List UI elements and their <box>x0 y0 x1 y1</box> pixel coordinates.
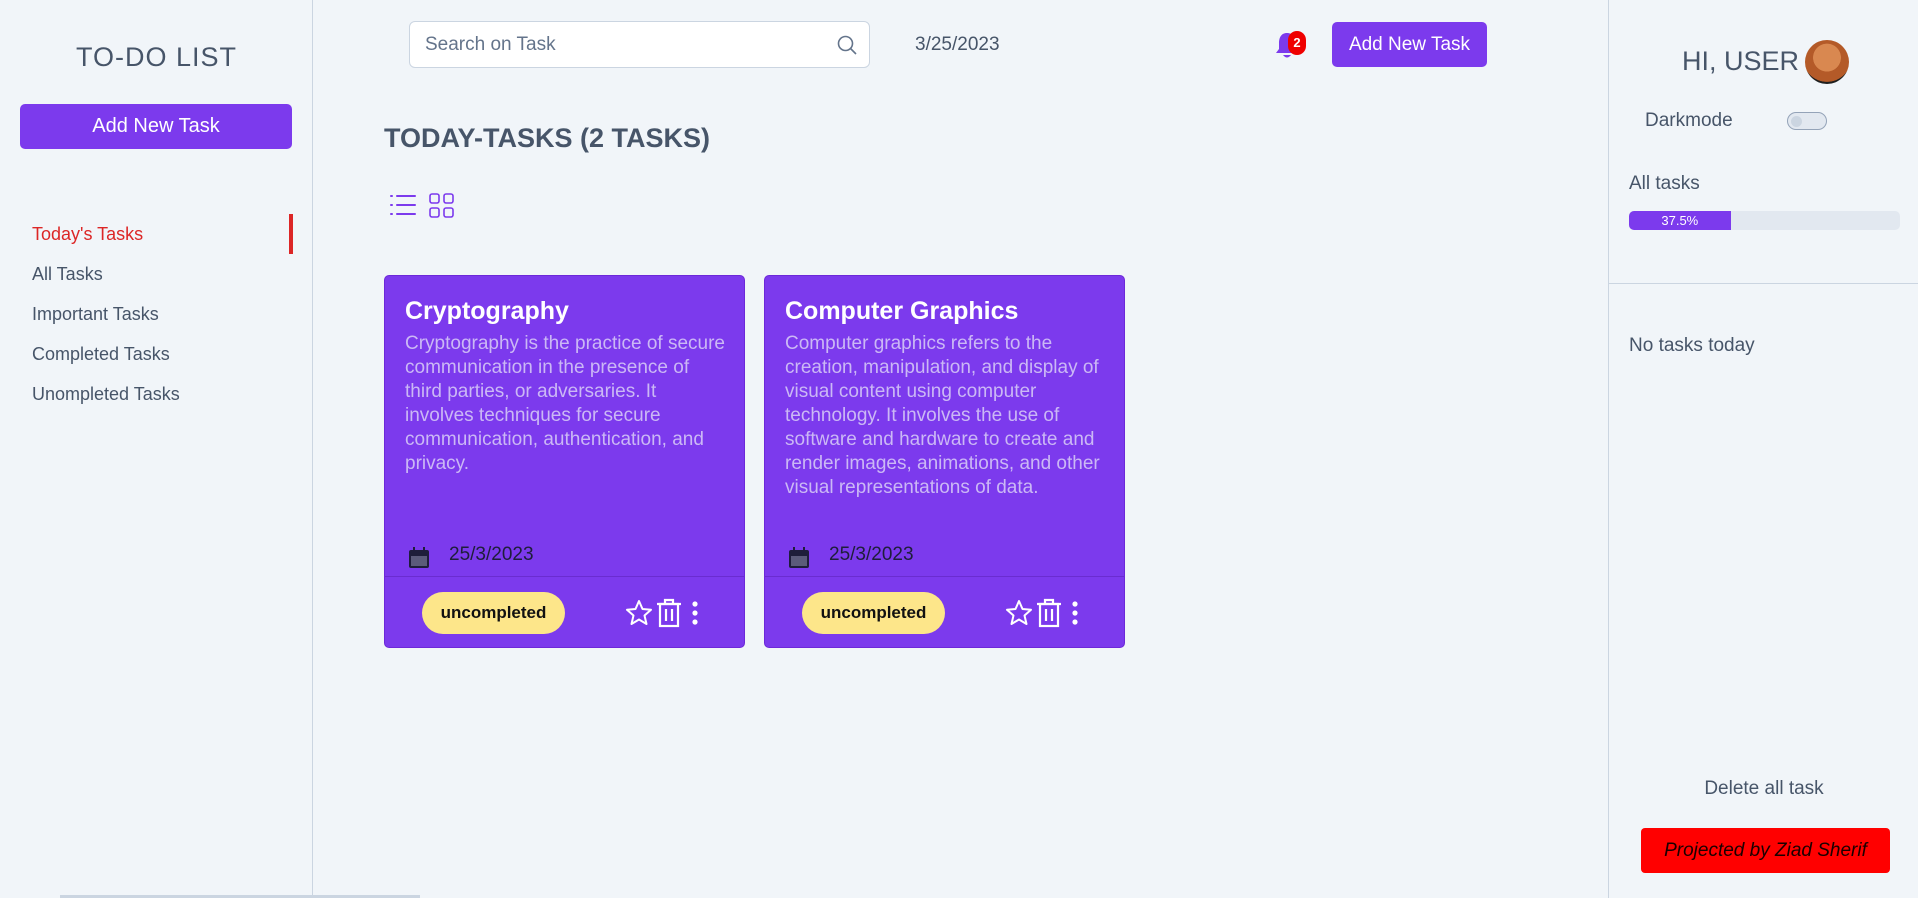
card-divider <box>385 576 744 577</box>
card-divider <box>765 576 1124 577</box>
sidebar-add-task-button[interactable]: Add New Task <box>20 104 292 149</box>
page-title: TODAY-TASKS (2 TASKS) <box>384 123 711 153</box>
calendar-icon <box>789 547 809 568</box>
darkmode-toggle[interactable] <box>1787 112 1827 130</box>
credit-button[interactable]: Projected by Ziad Sherif <box>1641 828 1890 873</box>
header-add-task-button[interactable]: Add New Task <box>1332 22 1487 67</box>
task-card: Computer Graphics Computer graphics refe… <box>764 275 1125 648</box>
task-title: Cryptography <box>405 297 569 325</box>
sidebar-item-todays-tasks[interactable]: Today's Tasks <box>0 214 313 254</box>
search-input[interactable] <box>410 22 810 67</box>
sidebar-item-uncompleted-tasks[interactable]: Unompleted Tasks <box>0 374 313 414</box>
calendar-icon <box>409 547 429 568</box>
search-icon[interactable] <box>835 33 859 57</box>
all-tasks-label: All tasks <box>1629 173 1700 194</box>
current-date: 3/25/2023 <box>915 34 1000 55</box>
delete-all-tasks-button[interactable]: Delete all task <box>1609 778 1918 800</box>
task-description: Computer graphics refers to the creation… <box>785 333 1100 498</box>
user-greeting: HI, USER <box>1682 46 1800 76</box>
list-view-icon[interactable] <box>388 190 418 220</box>
darkmode-label: Darkmode <box>1645 110 1733 131</box>
task-description: Cryptography is the practice of secure c… <box>405 333 725 474</box>
star-icon[interactable] <box>625 599 653 627</box>
app-title: TO-DO LIST <box>75 42 238 72</box>
task-date: 25/3/2023 <box>829 544 914 565</box>
sidebar-nav: Today's Tasks All Tasks Important Tasks … <box>0 214 313 414</box>
task-card: Cryptography Cryptography is the practic… <box>384 275 745 648</box>
panel-divider <box>1609 283 1918 284</box>
star-icon[interactable] <box>1005 599 1033 627</box>
more-options-icon[interactable] <box>1070 600 1080 626</box>
trash-icon[interactable] <box>1035 598 1063 628</box>
status-badge[interactable]: uncompleted <box>422 592 565 634</box>
more-options-icon[interactable] <box>690 600 700 626</box>
grid-view-icon[interactable] <box>428 192 455 219</box>
sidebar: TO-DO LIST Add New Task Today's Tasks Al… <box>0 0 313 898</box>
status-badge[interactable]: uncompleted <box>802 592 945 634</box>
search-box <box>409 21 870 68</box>
sidebar-item-all-tasks[interactable]: All Tasks <box>0 254 313 294</box>
task-title: Computer Graphics <box>785 297 1019 325</box>
sidebar-item-important-tasks[interactable]: Important Tasks <box>0 294 313 334</box>
no-tasks-message: No tasks today <box>1629 335 1755 356</box>
avatar[interactable] <box>1805 40 1849 84</box>
progress-fill: 37.5% <box>1629 211 1731 230</box>
user-panel: HI, USER Darkmode All tasks 37.5% No tas… <box>1608 0 1918 898</box>
trash-icon[interactable] <box>655 598 683 628</box>
task-date: 25/3/2023 <box>449 544 534 565</box>
tasks-progress-bar: 37.5% <box>1629 211 1900 230</box>
notification-count-badge: 2 <box>1288 31 1306 55</box>
sidebar-item-completed-tasks[interactable]: Completed Tasks <box>0 334 313 374</box>
